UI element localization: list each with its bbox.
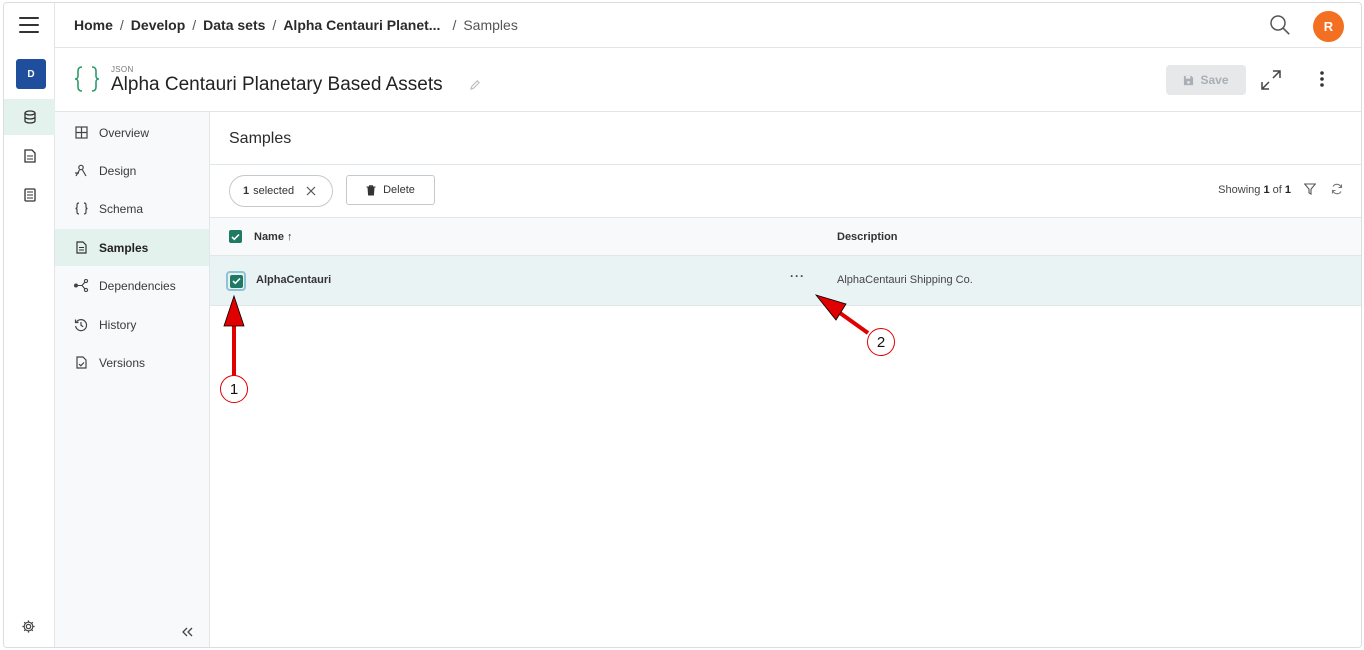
versions-icon	[75, 356, 87, 369]
trash-icon	[366, 184, 376, 195]
rail-item-documents[interactable]	[4, 138, 55, 174]
sort-ascending-icon: ↑	[287, 231, 293, 243]
divider	[210, 164, 1361, 165]
section-title: Samples	[229, 130, 292, 147]
document-icon	[75, 241, 87, 254]
showing-of: of	[1272, 184, 1282, 196]
design-icon	[75, 164, 87, 177]
delete-button[interactable]: Delete	[346, 175, 435, 205]
subnav-item-versions[interactable]: Versions	[55, 344, 209, 381]
subnav-item-history[interactable]: History	[55, 306, 209, 343]
check-icon	[231, 277, 241, 285]
pencil-icon[interactable]	[470, 79, 481, 90]
dataset-kind-label: JSON	[111, 65, 134, 74]
history-icon	[74, 318, 88, 331]
breadcrumb-separator: /	[272, 17, 277, 33]
save-button[interactable]: Save	[1166, 65, 1246, 95]
breadcrumb-develop[interactable]: Develop	[131, 17, 185, 33]
row-checkbox[interactable]	[226, 271, 246, 291]
showing-prefix: Showing	[1218, 184, 1261, 196]
subnav-label: Design	[99, 163, 137, 178]
select-all-checkbox[interactable]	[229, 230, 242, 243]
selection-chip[interactable]: 1 selected	[229, 175, 333, 207]
pagination-summary: Showing 1 of 1	[1218, 184, 1291, 196]
breadcrumb: Home / Develop / Data sets / Alpha Centa…	[74, 17, 518, 33]
refresh-icon[interactable]	[1331, 183, 1343, 195]
breadcrumb-home[interactable]: Home	[74, 17, 113, 33]
rail-item-lists[interactable]	[4, 177, 55, 213]
breadcrumb-samples: Samples	[463, 17, 518, 33]
dependencies-icon	[74, 279, 89, 292]
database-icon	[23, 110, 36, 124]
subnav-label: Schema	[99, 201, 144, 216]
settings-icon[interactable]	[21, 619, 36, 634]
expand-icon[interactable]	[1260, 69, 1282, 91]
subnav-label: Dependencies	[99, 278, 176, 293]
table-row[interactable]: AlphaCentauri ··· AlphaCentauri Shipping…	[210, 256, 1361, 306]
row-actions-button[interactable]: ···	[790, 269, 805, 283]
subnav-label: Versions	[99, 355, 146, 370]
column-header-description[interactable]: Description	[837, 231, 898, 243]
breadcrumb-data-sets[interactable]: Data sets	[203, 17, 265, 33]
breadcrumb-separator: /	[452, 17, 457, 33]
dataset-subnav: Overview Design Schema Samples Dependenc…	[55, 112, 210, 647]
subnav-label: Samples	[99, 240, 149, 255]
subnav-item-overview[interactable]: Overview	[55, 114, 209, 151]
save-label: Save	[1200, 73, 1229, 87]
document-icon	[23, 149, 36, 163]
subnav-label: History	[99, 317, 137, 332]
top-bar: Home / Develop / Data sets / Alpha Centa…	[55, 3, 1361, 48]
column-header-name[interactable]: Name ↑	[254, 231, 293, 243]
filter-icon[interactable]	[1304, 183, 1316, 195]
column-name-label: Name	[254, 231, 284, 243]
icon-rail: D	[4, 3, 55, 647]
title-bar: JSON Alpha Centauri Planetary Based Asse…	[55, 48, 1361, 112]
subnav-item-schema[interactable]: Schema	[55, 190, 209, 227]
samples-panel: Samples 1 selected Delete Showing 1 of 1…	[210, 112, 1361, 647]
tenant-badge[interactable]: D	[16, 59, 46, 89]
breadcrumb-dataset[interactable]: Alpha Centauri Planet...	[283, 17, 440, 33]
close-icon[interactable]	[306, 186, 316, 196]
callout-badge-1: 1	[220, 375, 248, 403]
row-description: AlphaCentauri Shipping Co.	[837, 274, 973, 286]
showing-total: 1	[1284, 184, 1291, 196]
list-document-icon	[23, 188, 36, 202]
showing-current: 1	[1263, 184, 1270, 196]
breadcrumb-separator: /	[119, 17, 124, 33]
selected-count: 1	[243, 185, 250, 197]
collapse-sidebar-icon[interactable]	[181, 627, 193, 637]
subnav-item-design[interactable]: Design	[55, 152, 209, 189]
callout-badge-2: 2	[867, 328, 895, 356]
app-window: D Home / Develop / Data sets / Alpha Cen…	[3, 2, 1362, 648]
avatar[interactable]: R	[1313, 11, 1344, 42]
save-icon	[1184, 75, 1194, 85]
check-icon	[231, 233, 240, 240]
row-name[interactable]: AlphaCentauri	[256, 274, 331, 286]
delete-label: Delete	[383, 184, 415, 196]
subnav-label: Overview	[99, 125, 150, 140]
rail-item-data[interactable]	[4, 99, 55, 135]
subnav-item-samples[interactable]: Samples	[55, 229, 209, 266]
breadcrumb-separator: /	[192, 17, 197, 33]
selected-label: selected	[253, 185, 295, 197]
menu-icon[interactable]	[19, 17, 39, 33]
search-icon[interactable]	[1269, 14, 1291, 36]
grid-icon	[74, 126, 88, 139]
more-options-icon[interactable]	[1319, 70, 1325, 88]
braces-icon	[74, 202, 88, 215]
page-title: Alpha Centauri Planetary Based Assets	[111, 74, 443, 95]
table-header: Name ↑ Description	[210, 217, 1361, 256]
braces-icon	[74, 66, 100, 92]
subnav-item-dependencies[interactable]: Dependencies	[55, 267, 209, 304]
